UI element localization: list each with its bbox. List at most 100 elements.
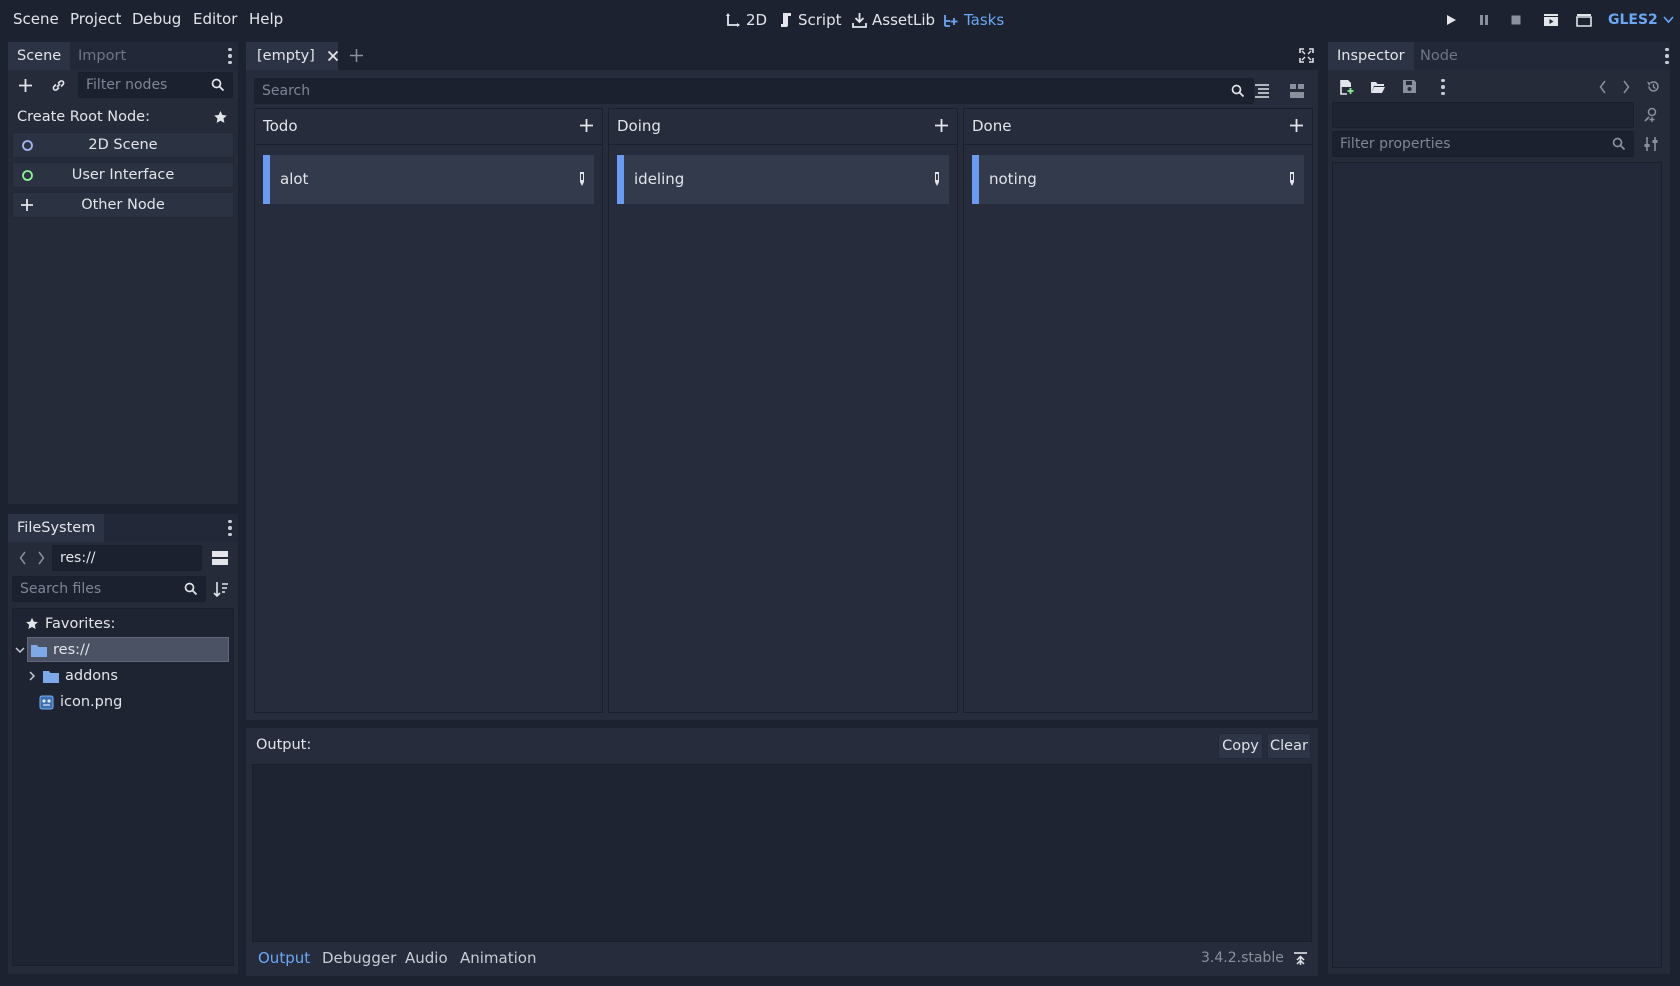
new-resource-icon[interactable] xyxy=(1339,79,1354,95)
menu-scene[interactable]: Scene xyxy=(13,10,59,28)
scene-dock-menu-icon[interactable] xyxy=(224,46,236,66)
inspector-dock: Inspector Node Filter properties xyxy=(1328,42,1670,974)
task-title: ideling xyxy=(634,170,685,188)
instance-scene-button[interactable] xyxy=(51,78,66,93)
editor-tabbar: [empty] xyxy=(246,42,1318,70)
menu-help[interactable]: Help xyxy=(249,10,283,28)
expand-panel-icon[interactable] xyxy=(1293,951,1308,966)
card-color-bar xyxy=(617,155,624,204)
folder-icon xyxy=(43,670,59,683)
add-task-plus-icon[interactable] xyxy=(1289,118,1304,133)
workspace-script-button[interactable]: Script xyxy=(779,8,842,32)
add-task-plus-icon[interactable] xyxy=(579,118,594,133)
workspace-tasks-button[interactable]: Tasks xyxy=(943,8,1004,32)
column-header: Done xyxy=(964,109,1312,145)
tab-inspector[interactable]: Inspector xyxy=(1328,42,1414,70)
tree-item-addons[interactable]: addons xyxy=(27,663,118,689)
history-back-icon[interactable] xyxy=(1599,80,1607,94)
favorite-star-icon[interactable] xyxy=(213,110,228,125)
menu-project[interactable]: Project xyxy=(70,10,121,28)
create-root-label: Create Root Node: xyxy=(17,109,150,125)
tree-item-res[interactable]: res:// xyxy=(15,637,90,663)
edit-pencil-icon[interactable] xyxy=(1288,171,1296,187)
edit-pencil-icon[interactable] xyxy=(933,171,941,187)
history-forward-icon[interactable] xyxy=(1622,80,1630,94)
tab-filesystem[interactable]: FileSystem xyxy=(8,514,105,542)
search-icon xyxy=(184,582,198,596)
stop-button[interactable] xyxy=(1506,10,1526,30)
object-path-field[interactable] xyxy=(1332,102,1634,128)
filesystem-menu-icon[interactable] xyxy=(224,518,236,538)
file-tree: Favorites: res:// addons icon.png xyxy=(12,608,234,966)
tasks-icon xyxy=(943,12,959,28)
open-folder-icon[interactable] xyxy=(1370,80,1386,94)
object-properties-icon[interactable] xyxy=(1643,107,1659,123)
tab-import[interactable]: Import xyxy=(69,42,135,70)
bottom-tab-audio[interactable]: Audio xyxy=(405,949,448,967)
control-circle-icon xyxy=(21,169,34,182)
bottom-tab-animation[interactable]: Animation xyxy=(460,949,536,967)
menu-bar: Scene Project Debug Editor Help 2D Scrip… xyxy=(0,0,1680,40)
copy-button[interactable]: Copy xyxy=(1218,733,1263,759)
user-interface-button[interactable]: User Interface xyxy=(12,162,234,188)
close-icon[interactable] xyxy=(327,50,339,62)
board-search-input[interactable]: Search xyxy=(254,78,1254,104)
play-custom-scene-button[interactable] xyxy=(1574,10,1594,30)
tab-node[interactable]: Node xyxy=(1411,42,1467,70)
column-title: Done xyxy=(972,117,1012,135)
new-tab-plus-icon[interactable] xyxy=(349,48,364,63)
filter-properties-input[interactable]: Filter properties xyxy=(1332,131,1634,157)
task-card[interactable]: ideling xyxy=(617,155,949,204)
column-header: Todo xyxy=(255,109,602,145)
workspace-2d-button[interactable]: 2D xyxy=(725,8,767,32)
tab-scene[interactable]: Scene xyxy=(8,42,71,70)
bottom-tab-debugger[interactable]: Debugger xyxy=(322,949,396,967)
inspector-menu-icon[interactable] xyxy=(1437,77,1449,97)
filter-nodes-input[interactable]: Filter nodes xyxy=(78,72,233,98)
inspector-dock-menu-icon[interactable] xyxy=(1661,46,1673,66)
menu-editor[interactable]: Editor xyxy=(193,10,237,28)
forward-arrow-icon[interactable] xyxy=(37,551,45,565)
card-color-bar xyxy=(972,155,979,204)
task-card[interactable]: noting xyxy=(972,155,1304,204)
column-header: Doing xyxy=(609,109,957,145)
chevron-down-icon xyxy=(1663,16,1674,24)
output-panel: Output: Copy Clear xyxy=(246,728,1318,976)
save-icon[interactable] xyxy=(1402,79,1417,94)
card-color-bar xyxy=(263,155,270,204)
task-card[interactable]: alot xyxy=(263,155,594,204)
tree-item-icon-png[interactable]: icon.png xyxy=(39,689,122,715)
search-icon xyxy=(211,78,225,92)
back-arrow-icon[interactable] xyxy=(19,551,27,565)
property-tools-icon[interactable] xyxy=(1644,136,1658,152)
fullscreen-icon[interactable] xyxy=(1299,48,1314,63)
add-node-button[interactable] xyxy=(18,78,33,93)
search-icon xyxy=(1612,137,1626,151)
play-scene-button[interactable] xyxy=(1541,10,1561,30)
list-settings-icon[interactable] xyxy=(1254,83,1270,99)
add-task-plus-icon[interactable] xyxy=(934,118,949,133)
renderer-select[interactable]: GLES2 xyxy=(1608,8,1674,32)
column-title: Doing xyxy=(617,117,661,135)
documentation-icon[interactable] xyxy=(1289,83,1305,99)
play-icon xyxy=(1445,14,1457,26)
path-field[interactable]: res:// xyxy=(52,545,202,571)
other-node-button[interactable]: Other Node xyxy=(12,192,234,218)
history-icon[interactable] xyxy=(1646,79,1661,94)
clear-button[interactable]: Clear xyxy=(1267,733,1311,759)
favorites-item[interactable]: Favorites: xyxy=(25,611,115,637)
menu-debug[interactable]: Debug xyxy=(132,10,181,28)
edit-pencil-icon[interactable] xyxy=(578,171,586,187)
version-label: 3.4.2.stable xyxy=(1201,950,1284,966)
2d-scene-button[interactable]: 2D Scene xyxy=(12,132,234,158)
play-button[interactable] xyxy=(1441,10,1461,30)
scene-tab-empty[interactable]: [empty] xyxy=(246,42,338,70)
split-view-icon[interactable] xyxy=(212,550,228,566)
output-log-area[interactable] xyxy=(252,764,1312,942)
workspace-assetlib-button[interactable]: AssetLib xyxy=(852,8,935,32)
bottom-tab-output[interactable]: Output xyxy=(258,949,310,967)
pause-button[interactable] xyxy=(1474,10,1494,30)
task-title: alot xyxy=(280,170,309,188)
sort-icon[interactable] xyxy=(213,581,229,597)
search-files-input[interactable]: Search files xyxy=(12,576,206,602)
